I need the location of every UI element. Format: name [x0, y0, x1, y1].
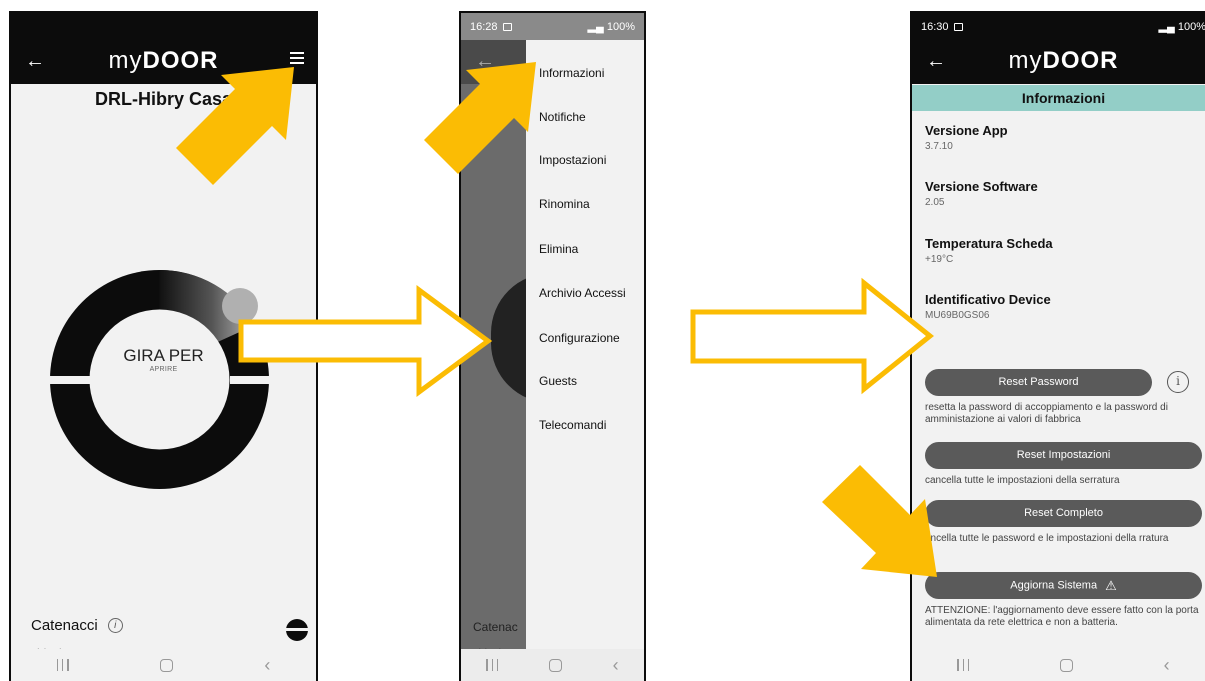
- status-time: 16:30: [921, 20, 949, 33]
- catenacci-row: Catenacci i: [31, 617, 123, 634]
- app-logo: myDOOR: [11, 47, 316, 75]
- menu-item-impostazioni[interactable]: Impostazioni: [539, 153, 606, 167]
- battery-level: 100%: [606, 21, 635, 33]
- dimmed-app-bar: [461, 40, 531, 84]
- info-board-temperature: Temperatura Scheda +19°C: [925, 236, 1053, 265]
- info-value: MU69B0GS06: [925, 310, 990, 321]
- transition-arrow-icon: [690, 277, 934, 395]
- image-notification-icon: [502, 22, 512, 31]
- phone-screen-info: 16:30 ▂▄ 100% ← myDOOR Informazioni Vers…: [910, 11, 1205, 681]
- full-reset-description: ancella tutte le password e le impostazi…: [925, 533, 1169, 544]
- info-app-version: Versione App 3.7.10: [925, 123, 1008, 152]
- info-title: Versione Software: [925, 179, 1038, 194]
- menu-item-archivio-accessi[interactable]: Archivio Accessi: [539, 286, 626, 300]
- phone-screen-menu: 16:28 ▂▄ 100% ← Catenac chiusi Informazi…: [459, 11, 646, 681]
- info-title: Identificativo Device: [925, 292, 1051, 307]
- recent-apps-icon[interactable]: [957, 659, 970, 671]
- signal-icon: ▂▄: [587, 21, 604, 33]
- menu-item-configurazione[interactable]: Configurazione: [539, 331, 620, 345]
- info-icon[interactable]: i: [1167, 371, 1189, 393]
- menu-item-rinomina[interactable]: Rinomina: [539, 197, 590, 211]
- section-title: Informazioni: [912, 85, 1205, 111]
- recent-apps-icon[interactable]: [486, 659, 499, 671]
- info-title: Versione App: [925, 123, 1008, 138]
- info-icon[interactable]: i: [107, 618, 123, 633]
- reset-password-description: resetta la password di accoppiamento e l…: [925, 402, 1168, 425]
- dial-sublabel: APRIRE: [149, 366, 178, 373]
- back-arrow-icon: ←: [475, 50, 495, 72]
- app-logo: myDOOR: [912, 47, 1205, 75]
- catenacci-label: Catenacci: [31, 617, 98, 634]
- full-reset-button[interactable]: Reset Completo: [925, 500, 1202, 527]
- battery-level: 100%: [1177, 21, 1205, 33]
- menu-item-notifiche[interactable]: Notifiche: [539, 110, 586, 124]
- logo-my: my: [1008, 47, 1043, 74]
- nav-back-icon[interactable]: ‹: [1164, 656, 1170, 674]
- status-bar: [11, 13, 316, 40]
- info-value: 2.05: [925, 197, 945, 208]
- menu-item-guests[interactable]: Guests: [539, 374, 577, 388]
- signal-icon: ▂▄: [1158, 21, 1175, 33]
- dial-knob: [222, 288, 258, 324]
- update-system-label: Aggiorna Sistema: [1010, 579, 1098, 592]
- dial-label: GIRA PER: [123, 346, 204, 365]
- info-device-id: Identificativo Device MU69B0GS06: [925, 292, 1051, 321]
- system-nav-bar: ‹: [461, 649, 644, 681]
- info-value: +19°C: [925, 254, 954, 265]
- image-notification-icon: [953, 22, 963, 31]
- status-bar: 16:30 ▂▄ 100%: [912, 13, 1205, 40]
- logo-door: DOOR: [1042, 47, 1119, 74]
- update-warning-text: ATTENZIONE: l'aggiornamento deve essere …: [925, 605, 1199, 628]
- navigation-drawer: Informazioni Notifiche Impostazioni Rino…: [526, 40, 644, 681]
- reset-settings-button[interactable]: Reset Impostazioni: [925, 442, 1202, 469]
- home-icon[interactable]: [548, 658, 562, 672]
- recent-apps-icon[interactable]: [56, 659, 69, 671]
- nav-back-icon[interactable]: ‹: [264, 656, 270, 674]
- update-system-button[interactable]: Aggiorna Sistema ⚠: [925, 572, 1202, 599]
- menu-item-elimina[interactable]: Elimina: [539, 242, 578, 256]
- menu-item-informazioni[interactable]: Informazioni: [539, 66, 604, 80]
- system-nav-bar: ‹: [11, 649, 316, 681]
- logo-my: my: [108, 47, 143, 74]
- unlock-dial[interactable]: [50, 270, 269, 489]
- info-value: 3.7.10: [925, 141, 953, 152]
- system-nav-bar: ‹: [912, 649, 1205, 681]
- logo-door: DOOR: [142, 47, 219, 74]
- app-bar: ← myDOOR: [11, 40, 316, 84]
- hamburger-menu-icon[interactable]: [290, 52, 304, 64]
- warning-icon: ⚠: [1105, 578, 1117, 593]
- menu-item-telecomandi[interactable]: Telecomandi: [539, 418, 606, 432]
- device-title: DRL-Hibry Casa: [94, 89, 233, 109]
- home-icon[interactable]: [159, 658, 173, 672]
- info-software-version: Versione Software 2.05: [925, 179, 1038, 208]
- reset-settings-description: cancella tutte le impostazioni della ser…: [925, 475, 1120, 486]
- info-title: Temperatura Scheda: [925, 236, 1053, 251]
- reset-password-button[interactable]: Reset Password: [925, 369, 1152, 396]
- status-bar: 16:28 ▂▄ 100%: [461, 13, 644, 40]
- dimmed-catenacci-label: Catenac: [473, 620, 518, 634]
- app-bar: ← myDOOR: [912, 40, 1205, 84]
- phone-screen-main: ← myDOOR DRL-Hibry Casa GIRA PER APRIRE …: [9, 11, 318, 681]
- nav-back-icon[interactable]: ‹: [613, 656, 619, 674]
- home-icon[interactable]: [1059, 658, 1073, 672]
- status-time: 16:28: [470, 20, 498, 33]
- lock-status-icon: [285, 619, 309, 641]
